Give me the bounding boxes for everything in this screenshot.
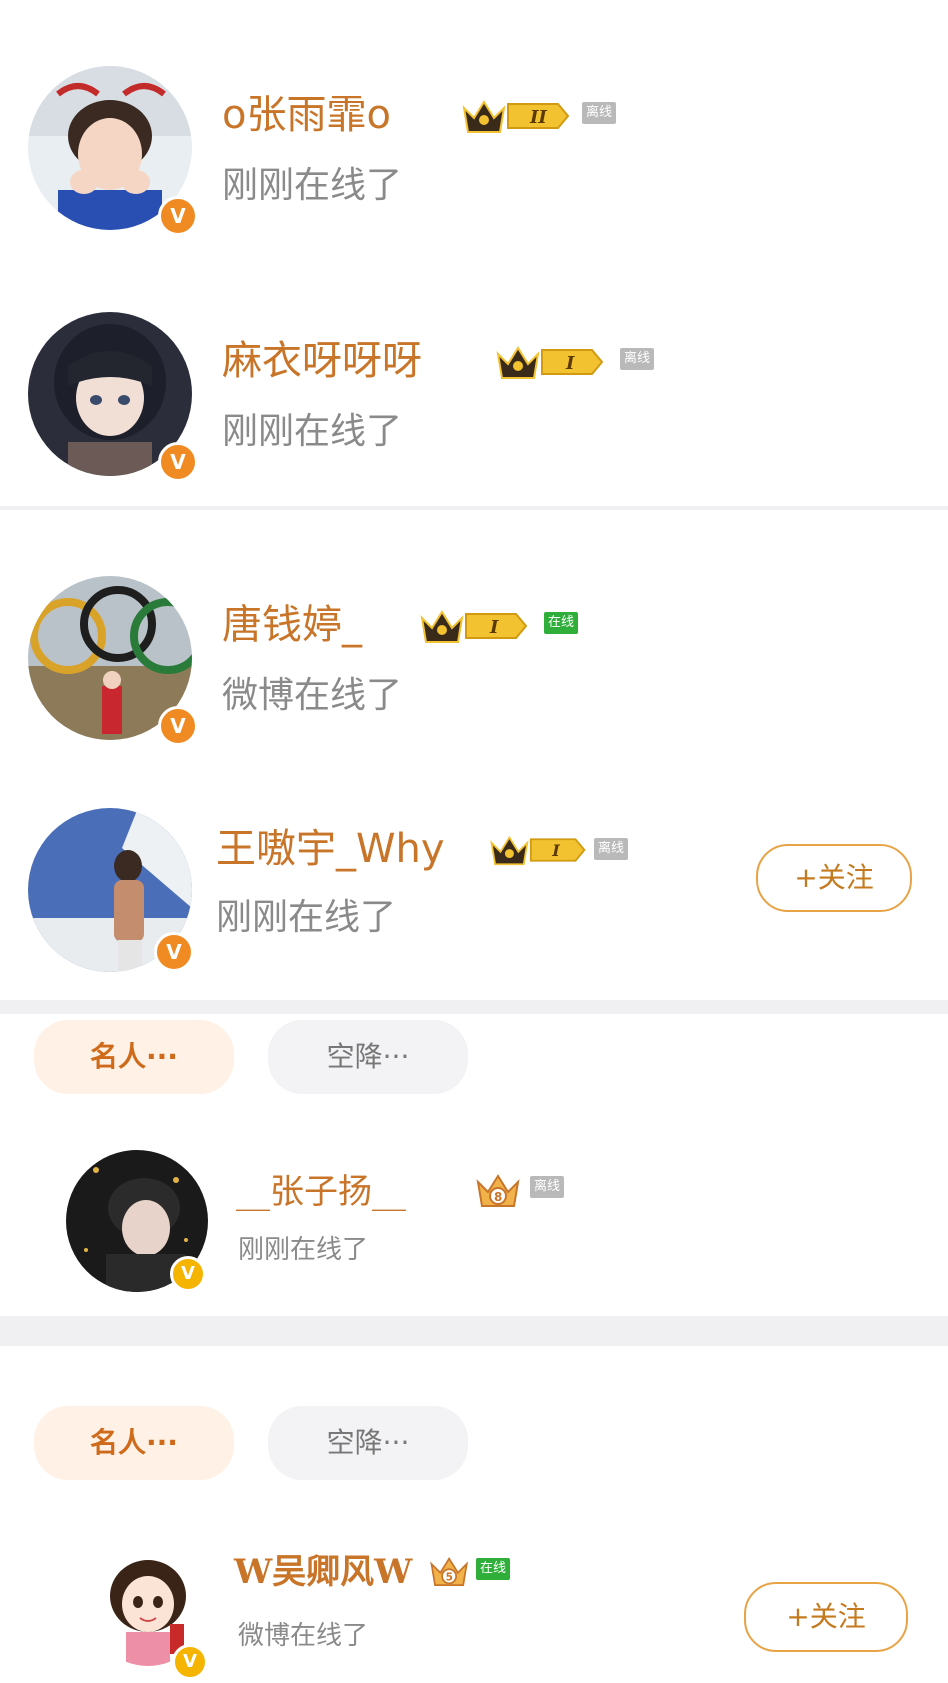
- presence-badge: 离线: [582, 102, 617, 124]
- verified-badge: V: [158, 706, 198, 746]
- crown-level-icon: I: [490, 835, 586, 866]
- verified-badge: V: [170, 1256, 206, 1292]
- crown-level-text: II: [529, 107, 547, 128]
- user-row[interactable]: V o张雨霏o II 离线 刚刚在线了: [0, 50, 948, 240]
- section-divider: [0, 1316, 948, 1346]
- crown-level-text: 5: [446, 1572, 453, 1584]
- crown-level-icon: I: [420, 610, 528, 643]
- follow-button[interactable]: +关注: [744, 1582, 908, 1652]
- verified-badge: V: [172, 1644, 208, 1680]
- user-status: 微博在线了: [238, 1621, 369, 1651]
- crown-level-icon: II: [462, 100, 570, 133]
- user-row[interactable]: V 王嗷宇_Why I 离线 刚刚在线了 +关注: [0, 792, 948, 982]
- presence-badge: 离线: [594, 838, 629, 860]
- presence-badge: 在线: [476, 1558, 511, 1580]
- presence-badge: 离线: [530, 1176, 565, 1198]
- tag-airdrop[interactable]: 空降···: [268, 1406, 468, 1480]
- user-status: 刚刚在线了: [222, 411, 403, 452]
- crown-level-text: I: [565, 353, 575, 374]
- user-name[interactable]: W吴卿风W: [234, 1550, 412, 1594]
- user-row[interactable]: V 麻衣呀呀呀 I 离线 刚刚在线了: [0, 296, 948, 486]
- tag-celebrity[interactable]: 名人···: [34, 1020, 234, 1094]
- user-name[interactable]: 麻衣呀呀呀: [222, 336, 422, 386]
- user-name[interactable]: o张雨霏o: [222, 90, 391, 140]
- user-name[interactable]: __张子扬__: [236, 1170, 406, 1214]
- user-status: 刚刚在线了: [222, 165, 403, 206]
- crown-level-icon: 8: [476, 1174, 520, 1207]
- presence-badge: 离线: [620, 348, 655, 370]
- presence-badge: 在线: [544, 612, 579, 634]
- verified-badge: V: [158, 442, 198, 482]
- verified-badge: V: [154, 932, 194, 972]
- user-row[interactable]: V W吴卿风W 5 在线 微博在线了 +关注: [0, 1530, 948, 1680]
- tag-airdrop[interactable]: 空降···: [268, 1020, 468, 1094]
- crown-level-text: 8: [494, 1190, 502, 1204]
- user-row[interactable]: V 唐钱婷_ I 在线 微博在线了: [0, 560, 948, 750]
- crown-level-icon: I: [496, 346, 604, 379]
- user-status: 刚刚在线了: [238, 1235, 369, 1265]
- verified-badge: V: [158, 196, 198, 236]
- crown-level-text: I: [489, 617, 499, 638]
- user-row[interactable]: V __张子扬__ 8 离线 刚刚在线了: [0, 1140, 948, 1300]
- user-name[interactable]: 唐钱婷_: [222, 600, 362, 650]
- crown-level-icon: 5: [430, 1557, 469, 1586]
- crown-level-text: I: [551, 841, 560, 860]
- section-divider: [0, 1000, 948, 1014]
- user-name[interactable]: 王嗷宇_Why: [216, 824, 445, 874]
- section-divider: [0, 506, 948, 510]
- tag-celebrity[interactable]: 名人···: [34, 1406, 234, 1480]
- user-status: 微博在线了: [222, 675, 403, 716]
- follow-button[interactable]: +关注: [756, 844, 912, 912]
- user-status: 刚刚在线了: [216, 897, 397, 938]
